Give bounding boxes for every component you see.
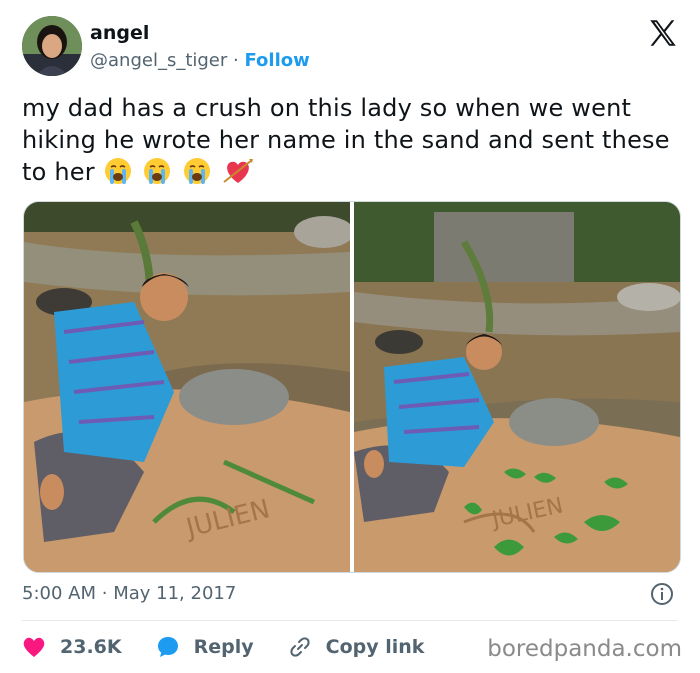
handle[interactable]: @angel_s_tiger [90, 50, 227, 71]
info-icon[interactable] [650, 582, 674, 606]
follow-button[interactable]: Follow [244, 50, 309, 71]
loudly-crying-face-icon [184, 158, 211, 184]
divider [22, 620, 678, 621]
watermark: boredpanda.com [487, 636, 682, 662]
photo-left[interactable]: JULIEN [24, 202, 354, 572]
reply-button[interactable]: Reply [156, 635, 254, 659]
link-icon [290, 637, 310, 657]
copy-link-label: Copy link [325, 636, 425, 658]
reply-label: Reply [193, 636, 254, 658]
handle-separator: · [233, 50, 239, 71]
x-logo-icon[interactable] [646, 16, 680, 50]
photo-right[interactable]: JULIEN [354, 202, 680, 572]
like-count: 23.6K [60, 636, 122, 658]
tweet-timestamp[interactable]: 5:00 AM · May 11, 2017 [22, 583, 236, 604]
timestamp-separator: · [101, 583, 108, 604]
media-grid: JULIEN JULIEN [23, 201, 681, 573]
copy-link-button[interactable]: Copy link [288, 635, 425, 659]
emoji-row [103, 156, 257, 194]
tweet-time[interactable]: 5:00 AM [22, 583, 96, 604]
display-name[interactable]: angel [90, 22, 310, 44]
like-button[interactable]: 23.6K [22, 636, 122, 658]
reply-bubble-icon [157, 637, 178, 657]
loudly-crying-face-icon [144, 158, 171, 184]
tweet-text: my dad has a crush on this lady so when … [22, 92, 682, 194]
tweet-header: angel @angel_s_tiger · Follow [22, 16, 680, 78]
heart-icon [23, 637, 45, 657]
loudly-crying-face-icon [104, 158, 131, 184]
heart-with-arrow-icon [223, 159, 254, 183]
tweet-date[interactable]: May 11, 2017 [113, 583, 236, 604]
avatar[interactable] [22, 16, 82, 76]
tweet-actions: 23.6K Reply Copy link [22, 630, 458, 664]
